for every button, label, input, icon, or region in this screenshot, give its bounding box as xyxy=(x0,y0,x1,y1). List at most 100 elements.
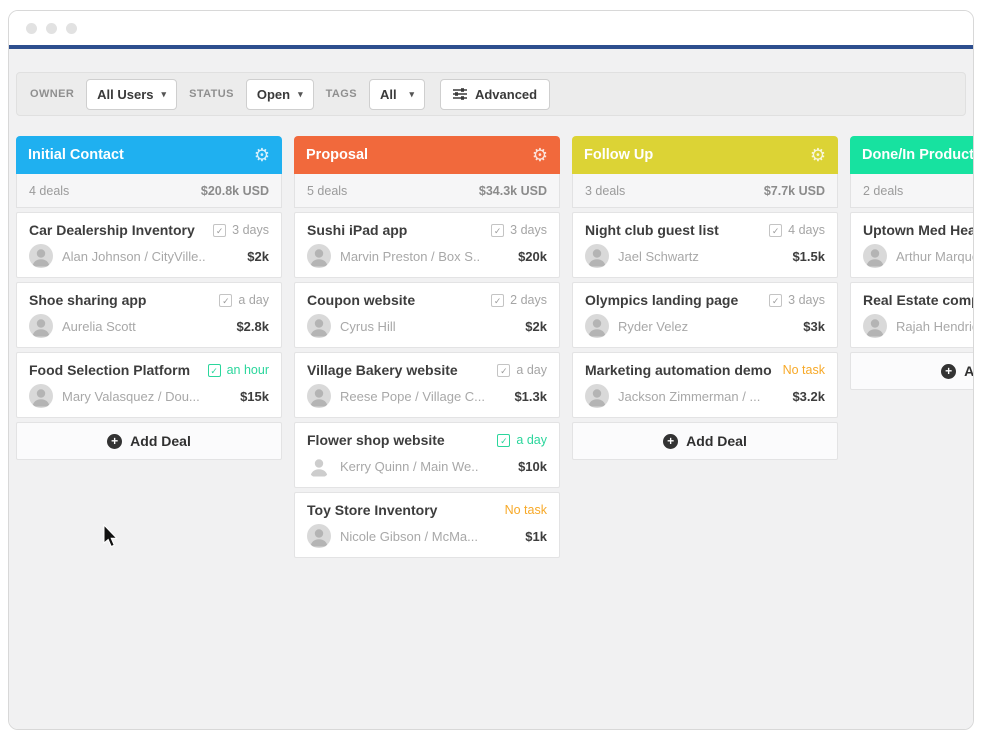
add-deal-button[interactable]: +Add Deal xyxy=(16,422,282,460)
deal-value: $2k xyxy=(247,249,269,264)
card-row-top: Shoe sharing app✓a day xyxy=(29,292,269,308)
column-stats: 3 deals$7.7k USD xyxy=(572,174,838,208)
card-row-top: Flower shop website✓a day xyxy=(307,432,547,448)
task-checkbox[interactable]: ✓ xyxy=(491,224,504,237)
status-select[interactable]: Open ▾ xyxy=(246,79,314,110)
column-title: Follow Up xyxy=(584,147,653,163)
gear-icon[interactable]: ⚙ xyxy=(254,146,270,164)
deal-owner: Arthur Marquez xyxy=(863,244,974,268)
status-select-value: Open xyxy=(257,87,290,102)
task-checkbox[interactable]: ✓ xyxy=(208,364,221,377)
card-row-top: Sushi iPad app✓3 days xyxy=(307,222,547,238)
column-header: Initial Contact⚙ xyxy=(16,136,282,174)
deals-count: 4 deals xyxy=(29,184,69,198)
deal-value: $1.3k xyxy=(514,389,547,404)
deal-card[interactable]: Marketing automation demoNo taskJackson … xyxy=(572,352,838,418)
task-checkbox[interactable]: ✓ xyxy=(491,294,504,307)
chevron-down-icon: ▾ xyxy=(409,89,414,100)
deal-title: Real Estate compa xyxy=(863,292,974,308)
task-due-label: No task xyxy=(505,503,547,517)
task-due-label: an hour xyxy=(227,363,269,377)
owner-name: Reese Pope / Village C... xyxy=(340,389,485,404)
window-control-dot[interactable] xyxy=(26,23,37,34)
deal-title: Food Selection Platform xyxy=(29,362,190,378)
window-titlebar xyxy=(9,11,973,45)
deal-title: Olympics landing page xyxy=(585,292,738,308)
card-row-top: Car Dealership Inventory ✓ 3 days xyxy=(29,222,269,238)
avatar xyxy=(585,314,609,338)
deal-owner: Reese Pope / Village C... xyxy=(307,384,485,408)
deal-card[interactable]: Flower shop website✓a dayKerry Quinn / M… xyxy=(294,422,560,488)
pipeline-column: Done/In Production⚙2 dealsUptown Med Hea… xyxy=(850,136,974,558)
tags-select-value: All xyxy=(380,87,397,102)
deals-total: $34.3k USD xyxy=(479,184,547,198)
owner-name: Mary Valasquez / Dou... xyxy=(62,389,200,404)
deal-card[interactable]: Night club guest list✓4 daysJael Schwart… xyxy=(572,212,838,278)
advanced-filter-button[interactable]: Advanced xyxy=(440,79,550,110)
deal-card[interactable]: Coupon website✓2 daysCyrus Hill$2k xyxy=(294,282,560,348)
gear-icon[interactable]: ⚙ xyxy=(532,146,548,164)
card-row-bottom: Reese Pope / Village C... $1.3k xyxy=(307,384,547,408)
task-due-label: 3 days xyxy=(232,223,269,237)
task-status: ✓ a day xyxy=(497,363,547,377)
avatar xyxy=(307,524,331,548)
add-deal-label: Add Deal xyxy=(964,363,974,379)
task-checkbox[interactable]: ✓ xyxy=(497,364,510,377)
deal-value: $20k xyxy=(518,249,547,264)
task-status: ✓ an hour xyxy=(208,363,269,377)
window-control-dot[interactable] xyxy=(46,23,57,34)
task-checkbox[interactable]: ✓ xyxy=(213,224,226,237)
window-control-dot[interactable] xyxy=(66,23,77,34)
deal-card[interactable]: Village Bakery website ✓ a day Reese Pope /… xyxy=(294,352,560,418)
owner-select[interactable]: All Users ▾ xyxy=(86,79,177,110)
deal-card[interactable]: Olympics landing page✓3 daysRyder Velez$… xyxy=(572,282,838,348)
card-row-bottom: Nicole Gibson / McMa... $1k xyxy=(307,524,547,548)
owner-name: Nicole Gibson / McMa... xyxy=(340,529,478,544)
task-due-label: a day xyxy=(238,293,269,307)
deal-title: Car Dealership Inventory xyxy=(29,222,195,238)
plus-icon: + xyxy=(663,434,678,449)
deal-card[interactable]: Sushi iPad app✓3 daysMarvin Preston / Bo… xyxy=(294,212,560,278)
deal-owner: Mary Valasquez / Dou... xyxy=(29,384,200,408)
card-row-top: Food Selection Platform ✓ an hour xyxy=(29,362,269,378)
task-due-label: a day xyxy=(516,433,547,447)
task-checkbox[interactable]: ✓ xyxy=(769,294,782,307)
task-checkbox[interactable]: ✓ xyxy=(219,294,232,307)
deal-card[interactable]: Shoe sharing app✓a dayAurelia Scott$2.8k xyxy=(16,282,282,348)
column-header: Follow Up ⚙ xyxy=(572,136,838,174)
deal-value: $1k xyxy=(525,529,547,544)
task-due-label: No task xyxy=(783,363,825,377)
task-due-label: 4 days xyxy=(788,223,825,237)
tags-select[interactable]: All ▾ xyxy=(369,79,425,110)
deal-owner: Cyrus Hill xyxy=(307,314,396,338)
deal-title: Village Bakery website xyxy=(307,362,458,378)
card-row-top: Uptown Med Heal xyxy=(863,222,974,238)
card-row-top: Village Bakery website ✓ a day xyxy=(307,362,547,378)
deal-card[interactable]: Uptown Med Heal Arthur Marquez xyxy=(850,212,974,278)
deal-value: $1.5k xyxy=(792,249,825,264)
deal-card[interactable]: Toy Store InventoryNo taskNicole Gibson … xyxy=(294,492,560,558)
add-deal-button[interactable]: +Add Deal xyxy=(850,352,974,390)
column-stats: 5 deals$34.3k USD xyxy=(294,174,560,208)
deal-card[interactable]: Food Selection Platform ✓ an hour Mary Vala… xyxy=(16,352,282,418)
avatar xyxy=(863,314,887,338)
deal-owner: Jackson Zimmerman / ... xyxy=(585,384,760,408)
gear-icon[interactable]: ⚙ xyxy=(810,146,826,164)
task-checkbox[interactable]: ✓ xyxy=(769,224,782,237)
chevron-down-icon: ▾ xyxy=(162,89,167,100)
deal-card[interactable]: Car Dealership Inventory✓3 daysAlan John… xyxy=(16,212,282,278)
add-deal-button[interactable]: +Add Deal xyxy=(572,422,838,460)
deal-value: $10k xyxy=(518,459,547,474)
chevron-down-icon: ▾ xyxy=(298,89,303,100)
avatar xyxy=(29,244,53,268)
deal-title: Night club guest list xyxy=(585,222,719,238)
card-row-top: Real Estate compa xyxy=(863,292,974,308)
pipeline-column: Initial Contact⚙4 deals$20.8k USDCar Dea… xyxy=(16,136,282,558)
task-checkbox[interactable]: ✓ xyxy=(497,434,510,447)
task-status: ✓ a day xyxy=(497,433,547,447)
deal-owner: Nicole Gibson / McMa... xyxy=(307,524,478,548)
owner-name: Ryder Velez xyxy=(618,319,688,334)
task-due-label: a day xyxy=(516,363,547,377)
deal-card[interactable]: Real Estate compaRajah Hendricks xyxy=(850,282,974,348)
deal-title: Sushi iPad app xyxy=(307,222,407,238)
